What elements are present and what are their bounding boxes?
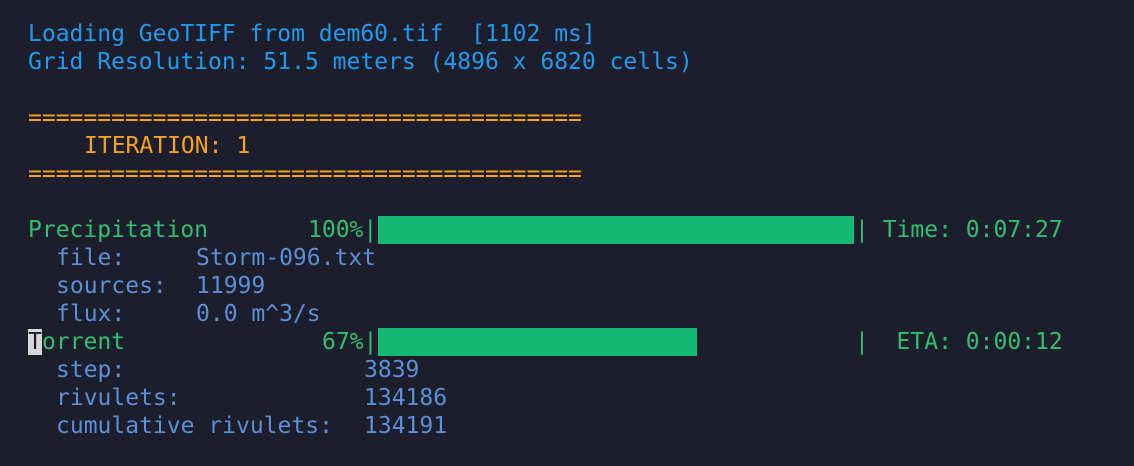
- file-value: Storm-096.txt: [196, 245, 377, 271]
- torrent-percent: 67%|: [322, 329, 378, 355]
- cumulative-rivulets-label: cumulative rivulets:: [56, 413, 333, 439]
- iteration-rule-bottom: ========================================: [28, 161, 582, 187]
- rivulets-label: rivulets:: [56, 385, 181, 411]
- file-label: file:: [56, 245, 126, 271]
- precipitation-progress-bar: [378, 216, 854, 244]
- sources-label: sources:: [56, 273, 167, 299]
- torrent-progress-fill: [378, 328, 697, 356]
- precipitation-time: | Time: 0:07:27: [855, 217, 1063, 243]
- torrent-eta: | ETA: 0:00:12: [855, 329, 1063, 355]
- terminal-cursor: T: [28, 329, 42, 355]
- precipitation-percent: 100%|: [308, 217, 378, 243]
- precipitation-name: Precipitation: [28, 217, 209, 243]
- precipitation-progress-fill: [378, 216, 854, 244]
- step-value: 3839: [364, 357, 420, 383]
- terminal-window[interactable]: Loading GeoTIFF from dem60.tif [1102 ms]…: [0, 0, 1134, 466]
- torrent-progress-bar: [378, 328, 854, 356]
- iteration-label: ITERATION: 1: [84, 133, 251, 159]
- cumulative-rivulets-value: 134191: [364, 413, 448, 439]
- sources-value: 11999: [196, 273, 266, 299]
- flux-value: 0.0 m^3/s: [196, 301, 321, 327]
- flux-label: flux:: [56, 301, 126, 327]
- torrent-name: orrent: [42, 329, 126, 355]
- loading-line: Loading GeoTIFF from dem60.tif [1102 ms]: [28, 21, 596, 47]
- iteration-rule-top: ========================================: [28, 105, 582, 131]
- step-label: step:: [56, 357, 126, 383]
- grid-resolution-line: Grid Resolution: 51.5 meters (4896 x 682…: [28, 49, 693, 75]
- rivulets-value: 134186: [364, 385, 448, 411]
